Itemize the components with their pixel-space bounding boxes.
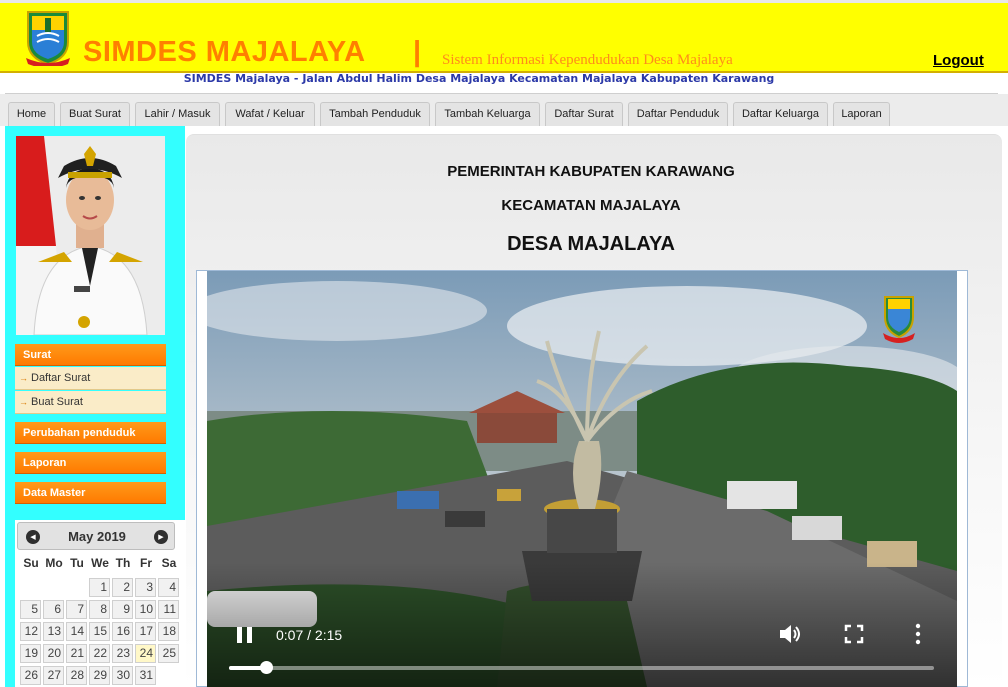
video-progress-bar[interactable]	[229, 661, 934, 674]
official-portrait	[16, 136, 165, 335]
calendar-day[interactable]: 7	[66, 600, 87, 619]
menu-daftar-surat[interactable]: → Daftar Surat	[15, 367, 166, 390]
menu-buat-surat[interactable]: → Buat Surat	[15, 391, 166, 414]
calendar-day[interactable]: 22	[89, 644, 110, 663]
calendar-day[interactable]: 29	[89, 666, 110, 685]
menu-surat[interactable]: Surat	[15, 344, 166, 366]
calendar-day[interactable]: 16	[112, 622, 133, 641]
page: SIMDES MAJALAYA | Sistem Informasi Kepen…	[0, 0, 1008, 687]
calendar-day[interactable]: 3	[135, 578, 156, 597]
calendar-weekday: Mo	[45, 556, 63, 570]
calendar-day[interactable]: 6	[43, 600, 64, 619]
calendar-day[interactable]: 13	[43, 622, 64, 641]
official-portrait-image	[16, 136, 165, 335]
tab-tambah-penduduk[interactable]: Tambah Penduduk	[320, 102, 430, 126]
calendar-weekday: Sa	[161, 556, 177, 570]
tab-buat-surat[interactable]: Buat Surat	[60, 102, 130, 126]
calendar-day[interactable]: 10	[135, 600, 156, 619]
calendar-day[interactable]: 1	[89, 578, 110, 597]
logout-link[interactable]: Logout	[933, 51, 984, 71]
calendar-day[interactable]: 25	[158, 644, 179, 663]
tab-home[interactable]: Home	[8, 102, 55, 126]
arrow-right-icon: →	[19, 373, 28, 383]
calendar-day[interactable]: 28	[66, 666, 87, 685]
calendar-day[interactable]: 23	[112, 644, 133, 663]
calendar-header: ◀ May 2019 ▶	[17, 522, 175, 550]
header: SIMDES MAJALAYA | Sistem Informasi Kepen…	[0, 0, 1008, 71]
calendar-day[interactable]: 14	[66, 622, 87, 641]
video-time: 0:07 / 2:15	[276, 627, 343, 643]
calendar-day[interactable]: 18	[158, 622, 179, 641]
calendar: ◀ May 2019 ▶ Su Mo Tu We Th Fr Sa 1 2 3 4 5 6 7 8 9 10 11…	[15, 520, 185, 687]
menu-perubahan-penduduk[interactable]: Perubahan penduduk	[15, 422, 166, 444]
calendar-day[interactable]: 5	[20, 600, 41, 619]
app-subtitle: Sistem Informasi Kependudukan Desa Majal…	[442, 52, 733, 68]
tab-tambah-keluarga[interactable]: Tambah Keluarga	[435, 102, 540, 126]
calendar-next-icon[interactable]: ▶	[154, 530, 168, 544]
calendar-day[interactable]: 9	[112, 600, 133, 619]
calendar-day[interactable]: 19	[20, 644, 41, 663]
tab-wafat-keluar[interactable]: Wafat / Keluar	[225, 102, 315, 126]
tab-bar: Home Buat Surat Lahir / Masuk Wafat / Ke…	[0, 94, 1008, 126]
calendar-day[interactable]: 27	[43, 666, 64, 685]
calendar-day[interactable]: 4	[158, 578, 179, 597]
calendar-day[interactable]: 30	[112, 666, 133, 685]
tab-daftar-penduduk[interactable]: Daftar Penduduk	[628, 102, 728, 126]
calendar-day[interactable]: 12	[20, 622, 41, 641]
karawang-logo-icon	[26, 11, 70, 66]
calendar-day[interactable]: 8	[89, 600, 110, 619]
calendar-weekday: Tu	[70, 556, 84, 570]
calendar-day[interactable]: 20	[43, 644, 64, 663]
more-vert-icon[interactable]	[910, 622, 926, 646]
calendar-day[interactable]: 17	[135, 622, 156, 641]
address-line: SIMDES Majalaya - Jalan Abdul Halim Desa…	[183, 72, 775, 85]
heading-desa: DESA MAJALAYA	[507, 233, 675, 255]
calendar-weekday: We	[91, 556, 109, 570]
calendar-day[interactable]: 26	[20, 666, 41, 685]
pause-icon[interactable]	[235, 625, 255, 645]
calendar-weekday: Th	[115, 556, 131, 570]
app-title: SIMDES MAJALAYA	[83, 36, 366, 68]
tab-daftar-surat[interactable]: Daftar Surat	[545, 102, 623, 126]
menu-laporan[interactable]: Laporan	[15, 452, 166, 474]
calendar-day[interactable]: 2	[112, 578, 133, 597]
heading-kecamatan: KECAMATAN MAJALAYA	[501, 197, 681, 214]
tab-daftar-keluarga[interactable]: Daftar Keluarga	[733, 102, 828, 126]
heading-kabupaten: PEMERINTAH KABUPATEN KARAWANG	[447, 163, 735, 180]
menu-daftar-surat-label: Daftar Surat	[31, 372, 91, 384]
tab-lahir-masuk[interactable]: Lahir / Masuk	[135, 102, 220, 126]
menu-buat-surat-label: Buat Surat	[31, 396, 83, 408]
fullscreen-icon[interactable]	[844, 624, 864, 644]
title-separator: |	[413, 36, 422, 68]
calendar-title: May 2019	[68, 529, 126, 544]
calendar-day[interactable]: 24	[135, 644, 156, 663]
menu-data-master[interactable]: Data Master	[15, 482, 166, 504]
calendar-weekday: Su	[23, 556, 39, 570]
calendar-day[interactable]: 31	[135, 666, 156, 685]
arrow-right-icon: →	[19, 397, 28, 407]
tab-laporan[interactable]: Laporan	[833, 102, 890, 126]
calendar-day[interactable]: 15	[89, 622, 110, 641]
calendar-weekday: Fr	[140, 556, 152, 570]
video-progress-handle[interactable]	[259, 661, 273, 674]
calendar-day[interactable]: 11	[158, 600, 179, 619]
calendar-day[interactable]: 21	[66, 644, 87, 663]
volume-icon[interactable]	[778, 622, 804, 646]
